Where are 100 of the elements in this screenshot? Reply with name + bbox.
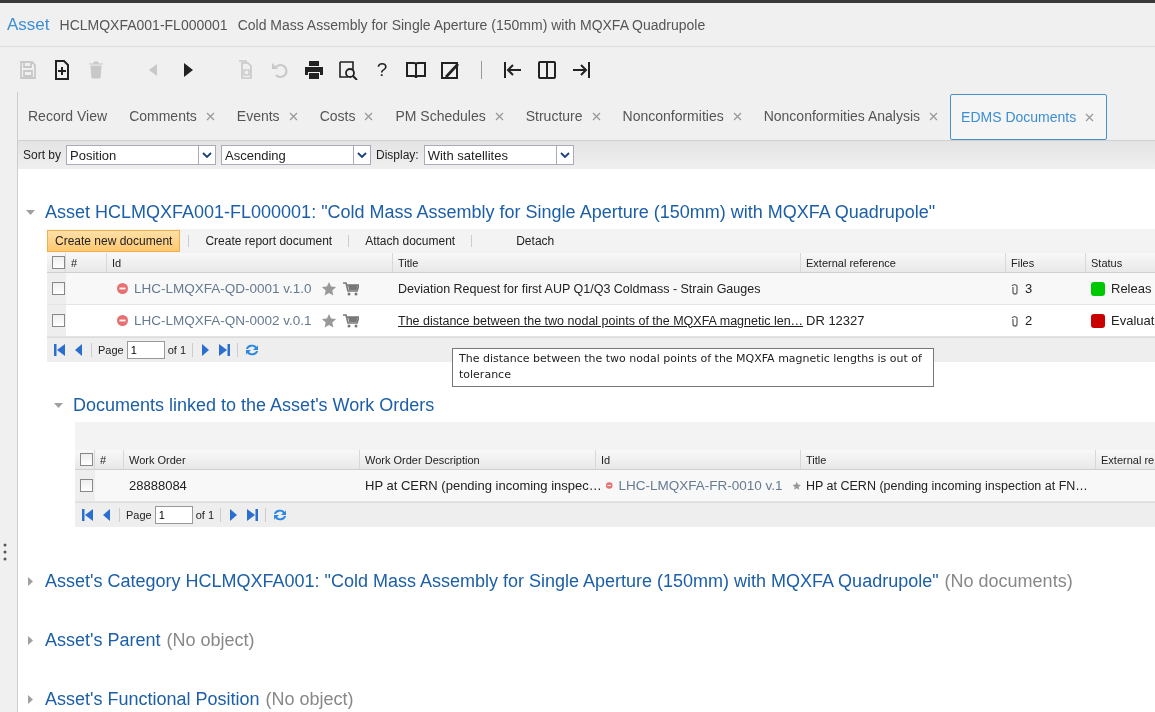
- column-header[interactable]: Work Order: [129, 453, 186, 466]
- column-header[interactable]: Title: [806, 453, 827, 466]
- document-id-link[interactable]: LHC-LMQXFA-QN-0002 v.0.1: [134, 313, 312, 328]
- sort-field-select[interactable]: Position: [66, 145, 216, 165]
- tab[interactable]: Nonconformities Analysis: [753, 93, 951, 139]
- close-icon[interactable]: [929, 111, 939, 121]
- column-header[interactable]: Status: [1091, 256, 1123, 269]
- section-title[interactable]: Asset's Category HCLMQXFA001: "Cold Mass Assembly for Single Aperture (150mm) with MQXFA Quadrupole": [45, 570, 939, 592]
- tab[interactable]: Record View: [18, 93, 120, 139]
- page-input[interactable]: 1: [126, 341, 165, 359]
- star-icon[interactable]: [320, 280, 337, 297]
- asset-code: HCLMQXFA001-FL000001: [59, 16, 228, 33]
- first-page-icon[interactable]: [53, 343, 67, 357]
- display-label: Display:: [376, 148, 419, 162]
- page-count: of 1: [195, 509, 215, 521]
- column-header[interactable]: Id: [601, 453, 611, 466]
- row-checkbox[interactable]: [52, 282, 65, 295]
- close-icon[interactable]: [1085, 112, 1095, 122]
- table-cell: 28888084: [129, 478, 187, 493]
- new-icon: [52, 59, 72, 80]
- cart-icon[interactable]: [342, 281, 359, 296]
- table-cell: DR 12327: [806, 313, 865, 328]
- tab[interactable]: PM Schedules: [385, 93, 516, 139]
- asset-description: Cold Mass Assembly for Single Aperture (150mm) with MQXFA Quadrupole: [237, 16, 706, 33]
- document-title-link[interactable]: The distance between the two nodal points of the MQXFA magnetic len…: [398, 313, 804, 328]
- select-all-checkbox[interactable]: [52, 256, 65, 269]
- column-header[interactable]: #: [71, 256, 78, 269]
- row-checkbox[interactable]: [52, 314, 65, 327]
- action-button[interactable]: Detach: [508, 230, 563, 252]
- tab[interactable]: Costs: [309, 93, 386, 139]
- tooltip: The distance between the two nodal points of the MQXFA magnetic lengths is out of tolerance: [452, 348, 934, 387]
- select-all-checkbox[interactable]: [80, 453, 93, 466]
- document-id-link[interactable]: LHC-LMQXFA-QD-0001 v.1.0: [134, 281, 312, 296]
- caret-icon: [202, 152, 212, 158]
- preview-icon: [338, 59, 358, 80]
- print-button[interactable]: [303, 58, 325, 81]
- expand-arrow-icon[interactable]: [26, 635, 35, 645]
- sort-label: Sort by: [23, 148, 61, 162]
- column-header[interactable]: Work Order Description: [365, 453, 480, 466]
- help-button[interactable]: ?: [371, 58, 393, 81]
- paperclip-icon: [1011, 314, 1019, 327]
- section-note: (No object): [265, 688, 354, 710]
- column-header[interactable]: #: [100, 453, 107, 466]
- document-id-link[interactable]: LHC-LMQXFA-FR-0010 v.1: [618, 478, 783, 493]
- star-icon[interactable]: [320, 312, 337, 329]
- previous-page-icon[interactable]: [101, 508, 113, 522]
- last-page-icon[interactable]: [217, 343, 232, 357]
- page-input[interactable]: 1: [154, 506, 193, 524]
- tab[interactable]: Comments: [119, 93, 227, 139]
- close-icon[interactable]: [591, 111, 601, 121]
- refresh-icon[interactable]: [272, 507, 289, 523]
- column-header[interactable]: Id: [112, 256, 122, 269]
- expand-arrow-icon[interactable]: [26, 576, 35, 586]
- minus-circle-icon: [117, 283, 128, 294]
- close-icon[interactable]: [205, 111, 215, 121]
- document-title-link[interactable]: Deviation Request for first AUP Q1/Q3 Coldmass - Strain Gauges: [398, 281, 761, 296]
- order-select[interactable]: Ascending: [221, 145, 371, 165]
- column-header[interactable]: External reference: [806, 256, 896, 269]
- action-button[interactable]: Create report document: [197, 230, 341, 252]
- tab[interactable]: Structure: [515, 93, 613, 139]
- file-count: 3: [1025, 281, 1033, 296]
- section-note: (No object): [166, 629, 255, 651]
- action-button[interactable]: Create new document: [47, 230, 181, 252]
- column-header[interactable]: External re: [1101, 453, 1155, 466]
- split-button[interactable]: [536, 58, 558, 81]
- close-icon[interactable]: [494, 111, 504, 121]
- close-icon[interactable]: [288, 111, 298, 121]
- save-icon: [18, 59, 38, 80]
- section-title[interactable]: Asset's Functional Position: [45, 688, 260, 710]
- section-title[interactable]: Documents linked to the Asset's Work Orders: [73, 394, 435, 416]
- document-title-link[interactable]: HP at CERN (pending incoming inspection at FN…: [806, 478, 1088, 493]
- caret-icon: [357, 152, 367, 158]
- column-header[interactable]: Files: [1011, 256, 1035, 269]
- first-page-icon[interactable]: [81, 508, 95, 522]
- tab[interactable]: Nonconformities: [612, 93, 754, 139]
- file-count: 2: [1025, 313, 1033, 328]
- status-text: Releas: [1111, 281, 1152, 296]
- tab[interactable]: Events: [226, 93, 310, 139]
- preview-button[interactable]: [337, 58, 359, 81]
- page-label: Page: [98, 344, 124, 356]
- collapse-arrow-icon[interactable]: [54, 400, 63, 410]
- minus-circle-icon: [117, 315, 128, 326]
- minus-circle-icon: [606, 480, 613, 491]
- page-label: Page: [126, 509, 152, 521]
- last-page-icon[interactable]: [245, 508, 260, 522]
- section-title[interactable]: Asset's Parent: [45, 629, 161, 651]
- expand-arrow-icon[interactable]: [26, 694, 35, 704]
- close-icon[interactable]: [364, 111, 374, 121]
- column-header[interactable]: Title: [398, 256, 419, 269]
- close-icon[interactable]: [732, 111, 742, 121]
- cart-icon[interactable]: [342, 313, 359, 328]
- refresh-icon[interactable]: [244, 342, 261, 358]
- section-title[interactable]: Asset HCLMQXFA001-FL000001: "Cold Mass Assembly for Single Aperture (150mm) with MQXFA Quadrupole": [45, 201, 936, 223]
- previous-page-icon[interactable]: [73, 343, 85, 357]
- delete-icon: [86, 59, 106, 80]
- row-checkbox[interactable]: [80, 479, 93, 492]
- collapse-arrow-icon[interactable]: [26, 207, 35, 217]
- display-select[interactable]: With satellites: [423, 145, 574, 165]
- paperclip-icon: [1011, 282, 1019, 295]
- action-button[interactable]: Attach document: [357, 230, 464, 252]
